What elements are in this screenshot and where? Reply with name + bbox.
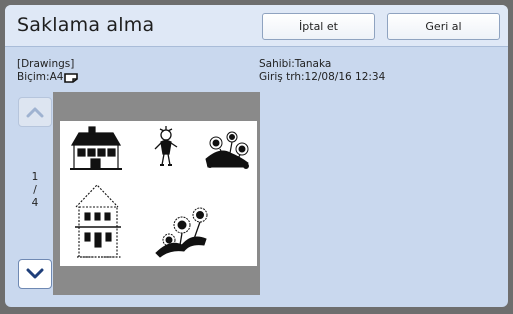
house-drawing-2 [75,184,121,258]
flower-cluster-drawing [205,131,249,169]
landscape-paper-icon [64,72,79,83]
page-preview[interactable] [60,121,257,266]
dialog-header: Saklama alma İptal et Geri al [5,5,508,47]
drawing-thumbnail [70,126,249,258]
document-name: [Drawings] [17,58,75,70]
undo-button[interactable]: Geri al [387,13,500,40]
chevron-down-icon [26,265,44,284]
house-drawing-1 [70,126,122,170]
page-separator: / [33,184,37,196]
page-total: 4 [31,197,39,209]
document-format: Biçim:A4 [17,71,64,83]
child-figure-drawing [154,126,178,166]
document-info: [Drawings] Biçim:A4 [17,58,79,84]
page-counter: 1 / 4 [26,171,44,210]
document-meta: Sahibi:Tanaka Giriş trh:12/08/16 12:34 [259,58,385,84]
document-owner: Sahibi:Tanaka [259,58,332,70]
document-entry-date: Giriş trh:12/08/16 12:34 [259,71,386,83]
document-format-row: Biçim:A4 [17,71,79,84]
scroll-up-button[interactable] [18,97,52,127]
chevron-up-icon [26,103,44,122]
dialog-title: Saklama alma [17,14,155,36]
sunflowers-drawing [155,207,208,258]
page-current: 1 [31,171,39,183]
scroll-down-button[interactable] [18,259,52,289]
cancel-button[interactable]: İptal et [262,13,375,40]
